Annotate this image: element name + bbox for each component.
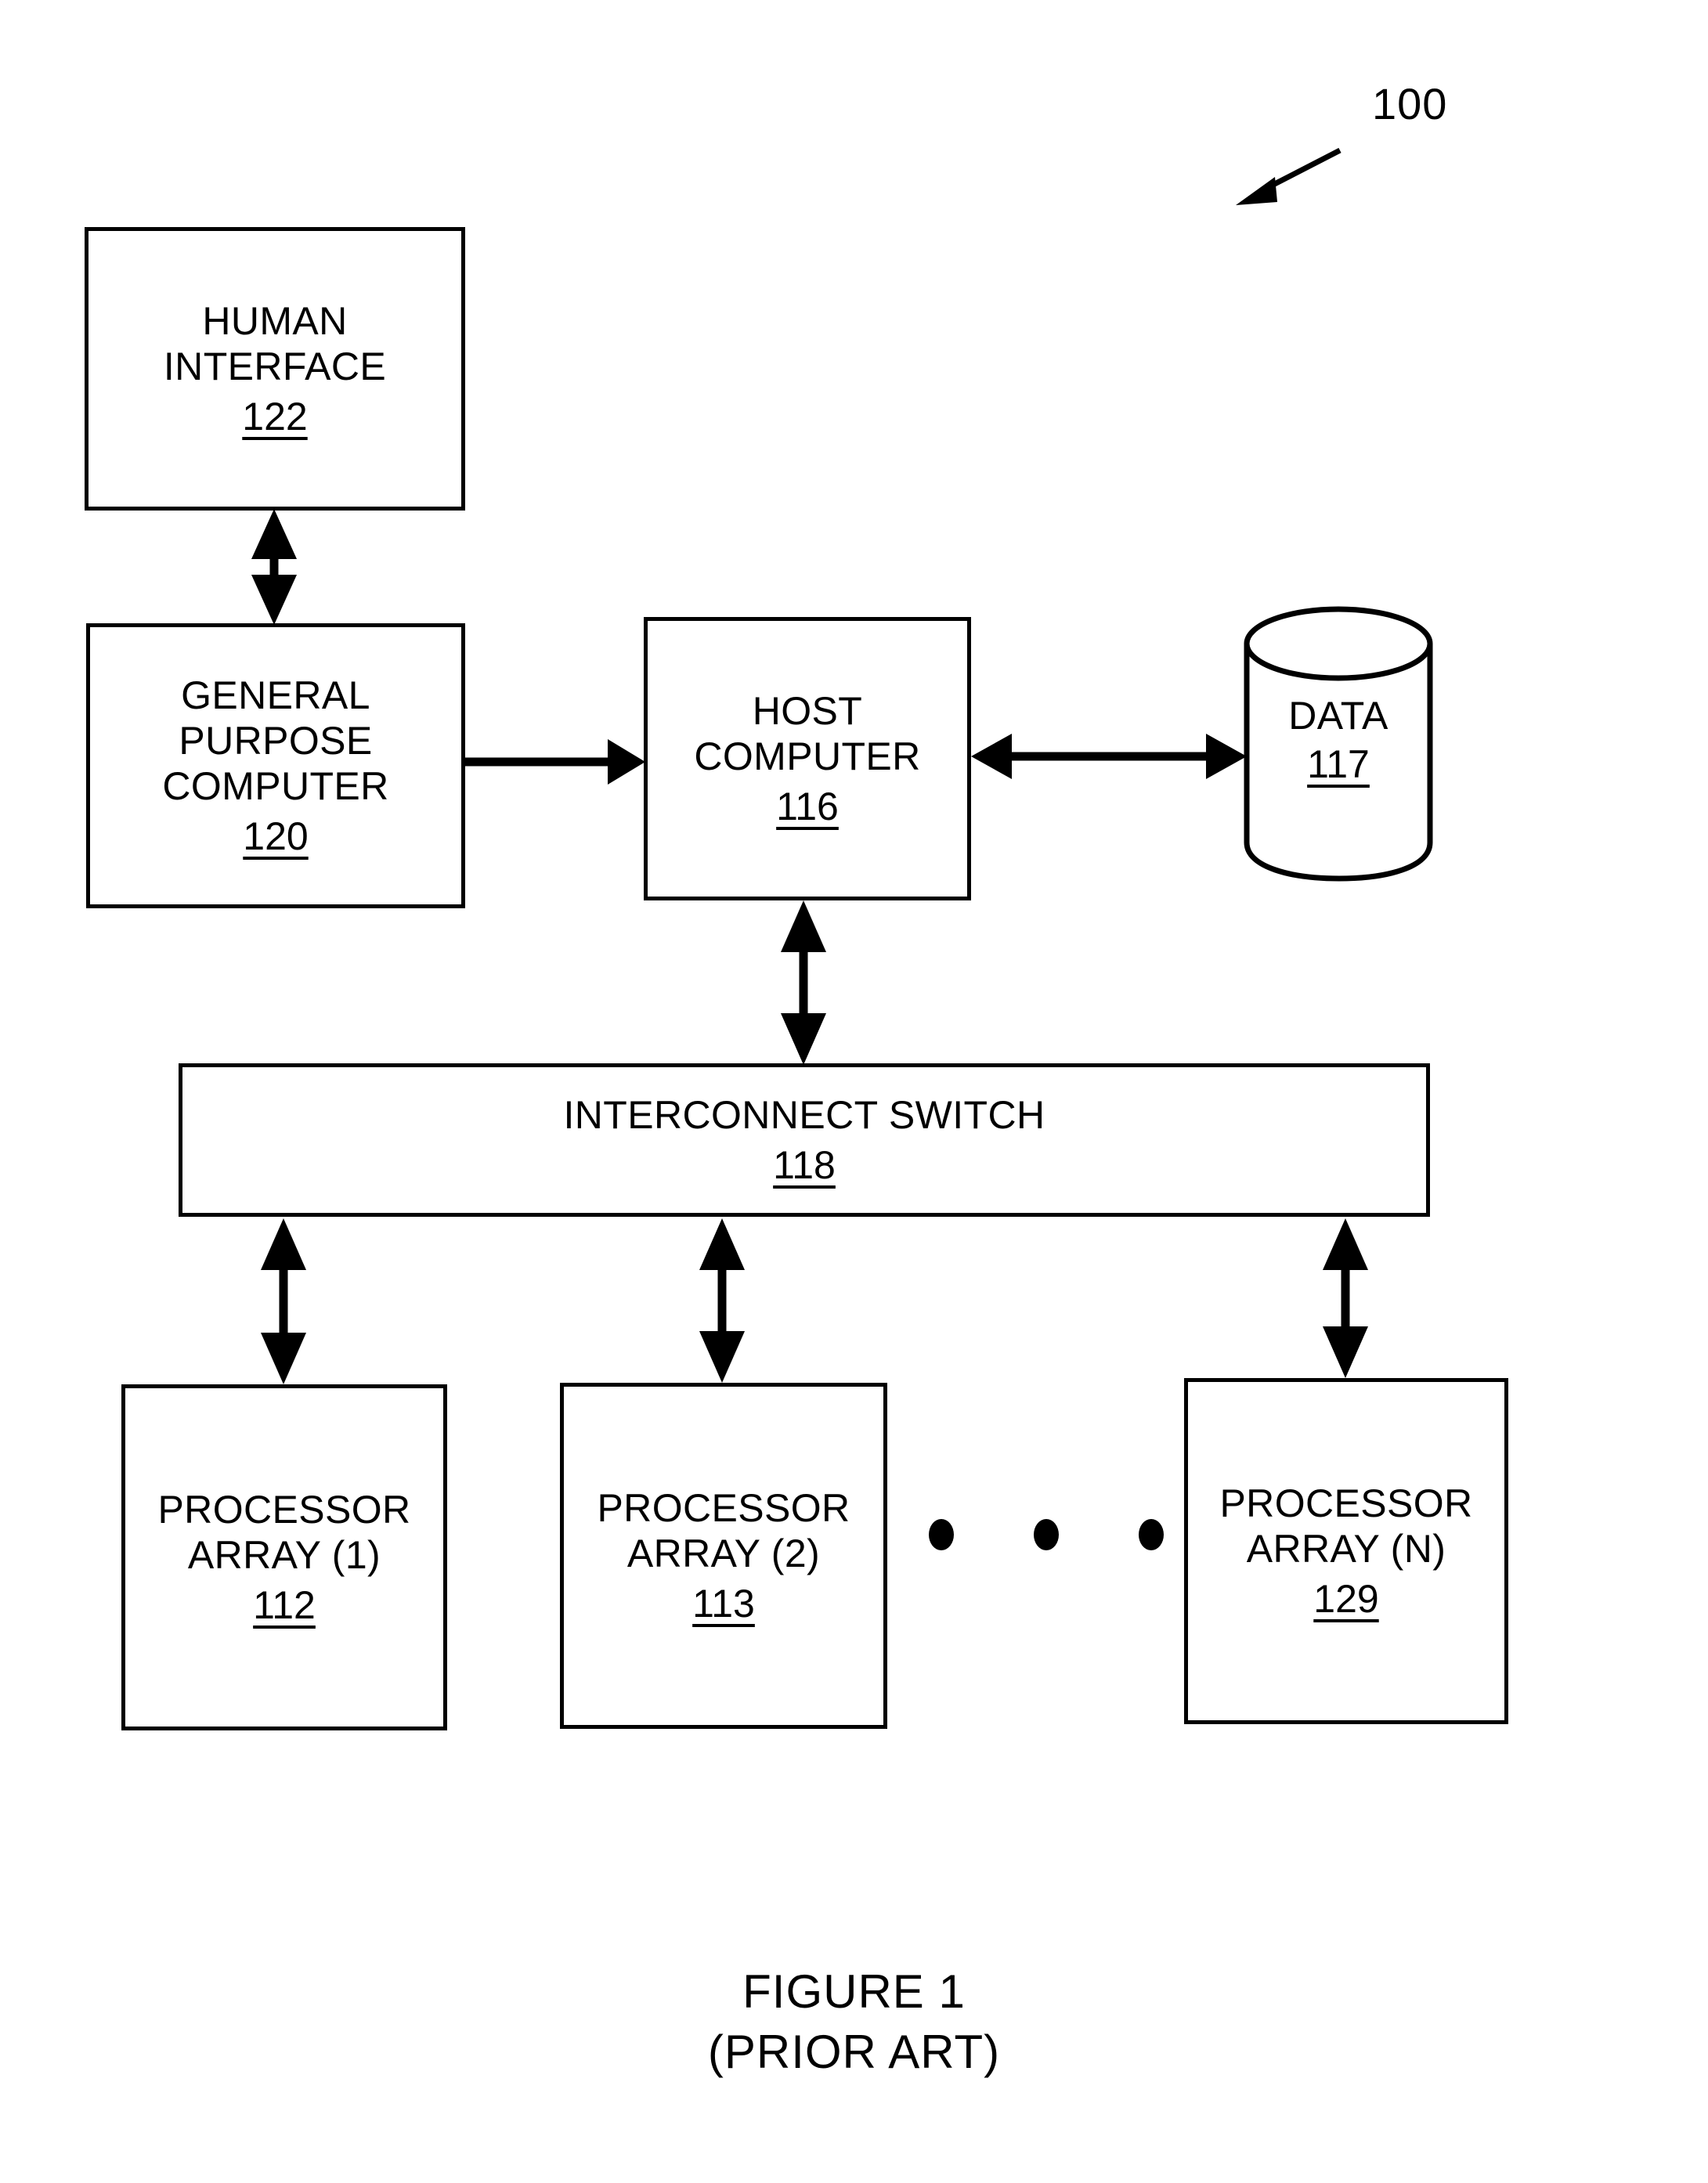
ellipsis-dots-icon bbox=[929, 1511, 1164, 1558]
block-reference-numeral: 129 bbox=[1313, 1577, 1379, 1621]
dot-icon bbox=[1139, 1519, 1164, 1550]
block-label-line: GENERAL bbox=[181, 673, 370, 717]
connector-switch-to-processor-array-1 bbox=[261, 1218, 306, 1384]
connector-switch-to-processor-array-n bbox=[1323, 1218, 1368, 1378]
dot-icon bbox=[929, 1519, 954, 1550]
system-ref-leader-arrow bbox=[1236, 147, 1341, 205]
block-reference-numeral: 120 bbox=[243, 814, 309, 858]
connector-switch-to-processor-array-2 bbox=[699, 1218, 745, 1383]
block-reference-numeral: 117 bbox=[1307, 742, 1370, 786]
block-reference-numeral: 118 bbox=[773, 1143, 836, 1187]
block-human-interface[interactable]: HUMAN INTERFACE 122 bbox=[85, 227, 465, 511]
connector-host-computer-to-data-store bbox=[971, 734, 1247, 779]
dot-icon bbox=[1034, 1519, 1059, 1550]
block-label-line: INTERCONNECT SWITCH bbox=[563, 1093, 1045, 1137]
block-label-line: ARRAY (N) bbox=[1246, 1527, 1446, 1571]
block-label-line: COMPUTER bbox=[694, 734, 921, 778]
block-interconnect-switch[interactable]: INTERCONNECT SWITCH 118 bbox=[179, 1063, 1430, 1217]
block-label-line: HOST bbox=[752, 689, 863, 733]
connector-gp-computer-to-host-computer bbox=[465, 739, 645, 785]
block-label-line: DATA bbox=[1288, 694, 1388, 738]
system-reference-numeral: 100 bbox=[1372, 79, 1448, 128]
block-general-purpose-computer[interactable]: GENERAL PURPOSE COMPUTER 120 bbox=[86, 623, 465, 908]
block-label-line: HUMAN bbox=[202, 299, 348, 343]
block-data-store[interactable]: DATA 117 bbox=[1245, 609, 1432, 875]
block-reference-numeral: 122 bbox=[242, 395, 308, 438]
block-label-line: ARRAY (1) bbox=[187, 1533, 381, 1577]
block-label-line: PROCESSOR bbox=[1219, 1481, 1473, 1525]
block-reference-numeral: 113 bbox=[692, 1582, 755, 1626]
block-label-line: INTERFACE bbox=[163, 345, 387, 388]
block-host-computer[interactable]: HOST COMPUTER 116 bbox=[644, 617, 971, 900]
block-label-line: PURPOSE bbox=[179, 719, 373, 763]
block-processor-array-n[interactable]: PROCESSOR ARRAY (N) 129 bbox=[1184, 1378, 1508, 1724]
figure-caption-title: FIGURE 1 bbox=[742, 1965, 966, 2018]
block-label-line: PROCESSOR bbox=[597, 1486, 850, 1530]
data-store-text-group: DATA 117 bbox=[1245, 694, 1432, 786]
figure-caption-subtitle: (PRIOR ART) bbox=[707, 2025, 1001, 2078]
block-reference-numeral: 112 bbox=[253, 1583, 316, 1627]
block-label-line: PROCESSOR bbox=[157, 1488, 411, 1532]
block-reference-numeral: 116 bbox=[776, 785, 839, 828]
figure-page: 100 HUMAN INTERFACE 122 GENERAL PURPOSE … bbox=[0, 0, 1708, 2183]
figure-caption: FIGURE 1 (PRIOR ART) bbox=[0, 1962, 1708, 2083]
block-processor-array-1[interactable]: PROCESSOR ARRAY (1) 112 bbox=[121, 1384, 447, 1730]
block-label-line: COMPUTER bbox=[162, 764, 389, 808]
connector-human-interface-to-gp-computer bbox=[251, 509, 297, 625]
connector-host-computer-to-interconnect-switch bbox=[781, 900, 826, 1065]
block-label-line: ARRAY (2) bbox=[627, 1532, 821, 1575]
block-processor-array-2[interactable]: PROCESSOR ARRAY (2) 113 bbox=[560, 1383, 887, 1729]
